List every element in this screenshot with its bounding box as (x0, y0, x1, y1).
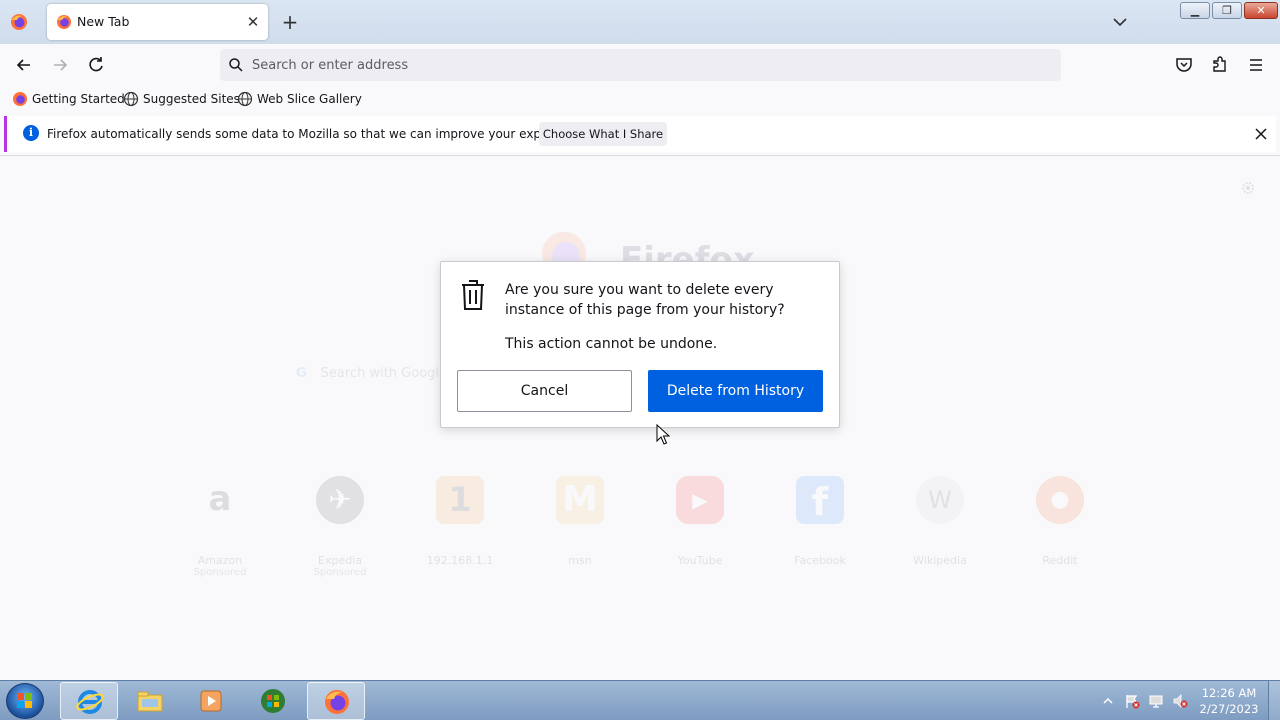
minimize-icon: ▁ (1190, 4, 1200, 17)
reddit-icon: ● (1036, 476, 1084, 524)
new-tab-button[interactable]: + (279, 11, 301, 33)
top-site-msn[interactable]: M msn (540, 476, 620, 567)
bookmark-label: Web Slice Gallery (257, 92, 362, 106)
volume-muted-icon[interactable] (1172, 693, 1188, 709)
expedia-icon: ✈ (316, 476, 364, 524)
windows-orb-icon (261, 689, 285, 713)
window-controls: ▁ ❐ ✕ (1180, 2, 1278, 20)
extensions-icon[interactable] (1208, 53, 1232, 77)
google-icon: G (296, 366, 307, 381)
restore-icon: ❐ (1222, 4, 1232, 17)
clock-date: 2/27/2023 (1199, 702, 1259, 716)
back-arrow-icon[interactable] (12, 53, 36, 77)
choose-what-i-share-button[interactable]: Choose What I Share (539, 122, 667, 146)
top-site-label: YouTube (677, 554, 723, 567)
gear-icon[interactable] (1240, 180, 1256, 196)
top-site-label: Facebook (794, 554, 846, 567)
reload-icon[interactable] (84, 53, 108, 77)
start-button[interactable] (6, 683, 44, 719)
internet-explorer-icon (76, 690, 104, 714)
close-icon[interactable] (1251, 124, 1271, 144)
close-window-button[interactable]: ✕ (1244, 2, 1278, 19)
tab-new-tab[interactable]: New Tab ✕ (47, 4, 268, 40)
bookmark-label: Getting Started (32, 92, 125, 106)
cancel-button[interactable]: Cancel (457, 370, 632, 412)
hamburger-menu-icon[interactable] (1244, 53, 1268, 77)
delete-history-dialog: Are you sure you want to delete every in… (440, 261, 840, 428)
forward-arrow-icon[interactable] (48, 53, 72, 77)
url-bar[interactable] (220, 49, 1061, 81)
info-icon: i (23, 125, 39, 141)
mouse-cursor-icon (656, 424, 670, 445)
taskbar-explorer[interactable] (121, 682, 179, 720)
msn-icon: M (556, 476, 604, 524)
top-site-expedia[interactable]: ✈ Expedia Sponsored (300, 476, 380, 578)
media-player-icon (200, 690, 222, 712)
firefox-icon (325, 690, 349, 714)
taskbar-internet-explorer[interactable] (60, 682, 118, 720)
amazon-icon: a (196, 476, 244, 524)
top-site-label: Amazon (197, 554, 243, 567)
clock-time: 12:26 AM (1201, 686, 1257, 700)
router-icon: 1 (436, 476, 484, 524)
top-site-reddit[interactable]: ● Reddit (1020, 476, 1100, 567)
top-site-label: Wikipedia (913, 554, 967, 567)
data-collection-notification: i Firefox automatically sends some data … (4, 116, 1276, 152)
taskbar-firefox[interactable] (307, 682, 365, 720)
bookmark-web-slice-gallery[interactable]: Web Slice Gallery (237, 90, 362, 108)
search-icon (229, 58, 243, 72)
top-site-youtube[interactable]: ▶ YouTube (660, 476, 740, 567)
tab-title: New Tab (77, 14, 130, 29)
top-site-label: Expedia (318, 554, 362, 567)
dialog-question: Are you sure you want to delete every in… (505, 282, 785, 318)
firefox-icon[interactable] (10, 13, 28, 31)
delete-from-history-button[interactable]: Delete from History (648, 370, 823, 412)
top-site-label: msn (568, 554, 592, 567)
globe-icon (123, 91, 139, 107)
top-site-wikipedia[interactable]: W Wikipedia (900, 476, 980, 567)
taskbar-media-player[interactable] (182, 682, 240, 720)
youtube-icon: ▶ (676, 476, 724, 524)
facebook-icon: f (796, 476, 844, 524)
firefox-icon (13, 92, 27, 106)
firefox-tab-icon (57, 15, 71, 29)
chevron-down-icon[interactable] (1110, 12, 1130, 32)
top-site-sponsored: Sponsored (313, 567, 367, 578)
pocket-icon[interactable] (1172, 53, 1196, 77)
show-hidden-icons-icon[interactable] (1100, 693, 1116, 709)
taskbar-windows-media-center[interactable] (244, 682, 302, 720)
tab-strip: New Tab ✕ + ▁ ❐ ✕ (0, 0, 1280, 44)
dialog-warning: This action cannot be undone. (505, 336, 718, 352)
top-sites: a Amazon Sponsored ✈ Expedia Sponsored 1… (180, 476, 1100, 586)
bookmark-label: Suggested Sites (143, 92, 240, 106)
top-site-amazon[interactable]: a Amazon Sponsored (180, 476, 260, 578)
globe-icon (237, 91, 253, 107)
top-site-label: 192.168.1.1 (426, 554, 494, 567)
system-clock[interactable]: 12:26 AM 2/27/2023 (1196, 685, 1262, 717)
top-site-sponsored: Sponsored (193, 567, 247, 578)
minimize-button[interactable]: ▁ (1180, 2, 1210, 19)
tab-close-icon[interactable]: ✕ (243, 12, 263, 32)
action-center-flag-icon[interactable] (1124, 693, 1140, 709)
show-desktop-button[interactable] (1268, 681, 1280, 720)
top-site-facebook[interactable]: f Facebook (780, 476, 860, 567)
trash-icon (462, 280, 484, 310)
wikipedia-icon: W (916, 476, 964, 524)
restore-button[interactable]: ❐ (1212, 2, 1242, 19)
address-input[interactable] (252, 49, 1032, 81)
folder-icon (137, 691, 163, 712)
bookmark-suggested-sites[interactable]: Suggested Sites (123, 90, 240, 108)
bookmarks-toolbar: Getting Started Suggested Sites Web Slic… (0, 86, 1280, 112)
notification-message: Firefox automatically sends some data to… (47, 127, 590, 141)
top-site-192-168-1-1[interactable]: 1 192.168.1.1 (420, 476, 500, 567)
network-icon[interactable] (1148, 693, 1164, 709)
bookmark-getting-started[interactable]: Getting Started (12, 90, 125, 108)
top-site-label: Reddit (1042, 554, 1078, 567)
close-icon: ✕ (1256, 4, 1266, 17)
windows-taskbar: 12:26 AM 2/27/2023 (0, 680, 1280, 720)
windows-logo-icon (17, 693, 32, 708)
